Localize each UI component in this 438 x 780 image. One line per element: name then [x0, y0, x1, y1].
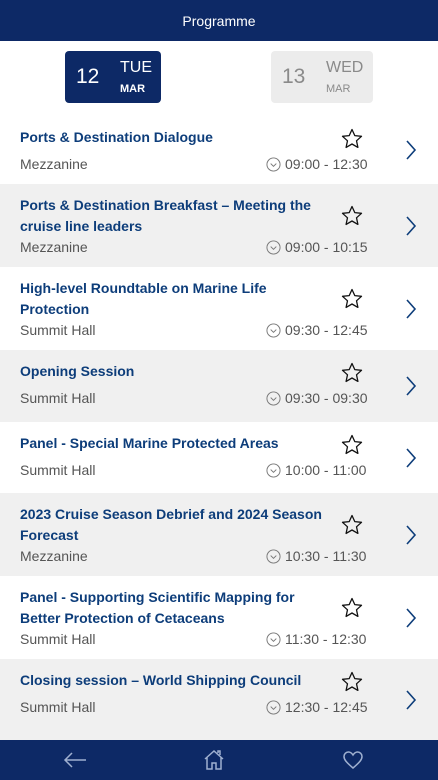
clock-icon: [266, 156, 281, 172]
session-time-text: 09:00 - 10:15: [285, 239, 368, 255]
session-row[interactable]: Panel - Supporting Scientific Mapping fo…: [0, 576, 438, 659]
date-weekday: TUE: [120, 59, 152, 76]
date-day: 13: [282, 65, 306, 88]
favorite-star-icon[interactable]: [340, 596, 364, 620]
clock-icon: [266, 462, 281, 478]
session-time: 10:00 - 11:00: [266, 462, 366, 478]
chevron-right-icon[interactable]: [404, 688, 418, 712]
session-list: Ports & Destination Dialogue Mezzanine 09:…: [0, 116, 438, 740]
clock-icon: [266, 390, 281, 406]
session-title: Ports & Destination Breakfast – Meeting …: [20, 197, 311, 234]
session-row[interactable]: Closing session – World Shipping Council…: [0, 659, 438, 740]
date-tab-13[interactable]: 13 WED MAR: [271, 51, 373, 103]
session-title: 2023 Cruise Season Debrief and 2024 Seas…: [20, 506, 322, 543]
session-location: Mezzanine: [20, 156, 88, 172]
session-row[interactable]: Panel - Special Marine Protected Areas Su…: [0, 422, 438, 493]
session-row[interactable]: 2023 Cruise Season Debrief and 2024 Seas…: [0, 493, 438, 576]
session-title: Panel - Supporting Scientific Mapping fo…: [20, 589, 295, 626]
session-time: 10:30 - 11:30: [266, 548, 366, 564]
clock-icon: [266, 239, 281, 255]
favorite-star-icon[interactable]: [340, 361, 364, 385]
date-selector: 12 TUE MAR 13 WED MAR: [0, 41, 438, 116]
date-month: MAR: [326, 83, 351, 95]
chevron-right-icon[interactable]: [404, 138, 418, 162]
heart-icon[interactable]: [341, 748, 365, 772]
session-location: Mezzanine: [20, 548, 88, 564]
home-icon[interactable]: [202, 748, 226, 772]
session-time-text: 10:30 - 11:30: [285, 548, 367, 564]
session-location: Summit Hall: [20, 390, 96, 406]
session-time: 09:30 - 09:30: [266, 390, 368, 406]
session-row[interactable]: Ports & Destination Breakfast – Meeting …: [0, 184, 438, 267]
chevron-right-icon[interactable]: [404, 374, 418, 398]
session-location: Mezzanine: [20, 239, 88, 255]
clock-icon: [266, 322, 281, 338]
date-day: 12: [76, 65, 100, 88]
session-time-text: 11:30 - 12:30: [285, 631, 367, 647]
page-title: Programme: [182, 12, 256, 29]
chevron-right-icon[interactable]: [404, 446, 418, 470]
session-time: 09:00 - 10:15: [266, 239, 368, 255]
chevron-right-icon[interactable]: [404, 214, 418, 238]
session-location: Summit Hall: [20, 699, 96, 715]
app-header: Programme: [0, 0, 438, 41]
session-title: Panel - Special Marine Protected Areas: [20, 435, 279, 451]
session-time-text: 09:30 - 09:30: [285, 390, 368, 406]
session-title: Opening Session: [20, 363, 135, 379]
session-row[interactable]: Opening Session Summit Hall 09:30 - 09:30: [0, 350, 438, 422]
clock-icon: [266, 631, 281, 647]
favorite-star-icon[interactable]: [340, 513, 364, 537]
session-time: 09:30 - 12:45: [266, 322, 368, 338]
session-title: Closing session – World Shipping Council: [20, 672, 302, 688]
chevron-right-icon[interactable]: [404, 297, 418, 321]
date-weekday: WED: [326, 59, 364, 76]
session-time-text: 12:30 - 12:45: [285, 699, 368, 715]
session-time-text: 09:30 - 12:45: [285, 322, 368, 338]
session-location: Summit Hall: [20, 462, 96, 478]
favorite-star-icon[interactable]: [340, 127, 364, 151]
date-tab-12[interactable]: 12 TUE MAR: [65, 51, 161, 103]
session-row[interactable]: Ports & Destination Dialogue Mezzanine 09:…: [0, 116, 438, 184]
session-time: 12:30 - 12:45: [266, 699, 368, 715]
favorite-star-icon[interactable]: [340, 670, 364, 694]
clock-icon: [266, 699, 281, 715]
session-time-text: 10:00 - 11:00: [285, 462, 367, 478]
session-row[interactable]: High-level Roundtable on Marine Life Pro…: [0, 267, 438, 350]
bottom-nav: [0, 740, 438, 780]
chevron-right-icon[interactable]: [404, 523, 418, 547]
session-title: Ports & Destination Dialogue: [20, 129, 213, 145]
chevron-right-icon[interactable]: [404, 606, 418, 630]
date-month: MAR: [120, 83, 146, 95]
session-time-text: 09:00 - 12:30: [285, 156, 368, 172]
back-arrow-icon[interactable]: [62, 748, 88, 772]
clock-icon: [266, 548, 281, 564]
session-location: Summit Hall: [20, 322, 96, 338]
session-title: High-level Roundtable on Marine Life Pro…: [20, 280, 267, 317]
session-time: 09:00 - 12:30: [266, 156, 368, 172]
favorite-star-icon[interactable]: [340, 433, 364, 457]
favorite-star-icon[interactable]: [340, 204, 364, 228]
session-time: 11:30 - 12:30: [266, 631, 366, 647]
favorite-star-icon[interactable]: [340, 287, 364, 311]
session-location: Summit Hall: [20, 631, 96, 647]
